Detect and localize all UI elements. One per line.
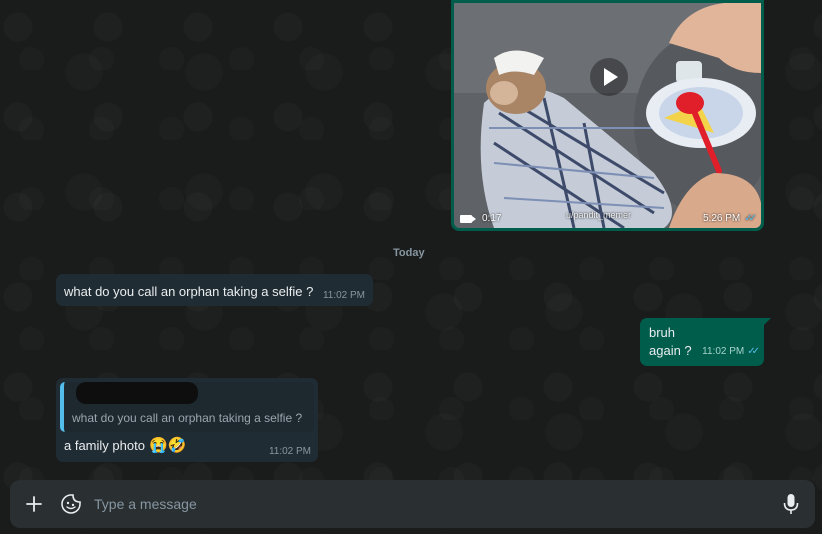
message-text: a family photo (64, 438, 145, 453)
sticker-button[interactable] (59, 492, 83, 516)
video-time-text: 5:26 PM (702, 213, 741, 224)
microphone-icon (783, 494, 799, 514)
quoted-text: what do you call an orphan taking a self… (72, 411, 303, 425)
incoming-reply-message[interactable]: what do you call an orphan taking a self… (56, 378, 318, 462)
redacted-sender-name (76, 382, 198, 404)
message-line-1: bruh (649, 325, 676, 340)
video-timestamp: 5:26 PM ✓✓ (702, 213, 757, 224)
message-text: what do you call an orphan taking a self… (64, 284, 314, 299)
video-message-bubble[interactable]: 0:17 u/pandit_memer 5:26 PM ✓✓ (451, 0, 764, 231)
plus-icon (26, 496, 42, 512)
video-watermark: u/pandit_memer (566, 210, 632, 220)
outgoing-message[interactable]: bruh again ? 11:02 PM ✓✓ (640, 318, 771, 366)
play-icon (604, 68, 618, 86)
message-time: 11:02 PM (322, 290, 365, 301)
double-check-icon: ✓✓ (744, 213, 757, 224)
video-duration-text: 0:17 (482, 213, 502, 224)
message-time: 11:02 PM (702, 346, 745, 357)
double-check-icon: ✓✓ (747, 346, 760, 357)
video-thumbnail[interactable]: 0:17 u/pandit_memer 5:26 PM ✓✓ (454, 3, 761, 228)
message-body: a family photo 😭🤣 (64, 438, 186, 453)
attach-button[interactable] (22, 492, 46, 516)
message-time: 11:02 PM (268, 446, 311, 457)
message-composer (10, 480, 815, 528)
emoji-crying-laughing: 😭🤣 (148, 437, 187, 454)
quoted-message[interactable]: what do you call an orphan taking a self… (60, 382, 314, 432)
video-camera-icon (460, 214, 476, 223)
message-input[interactable] (94, 490, 774, 518)
voice-message-button[interactable] (779, 492, 803, 516)
date-divider: Today (393, 247, 425, 259)
video-frame-illustration (454, 3, 761, 228)
incoming-message[interactable]: what do you call an orphan taking a self… (56, 274, 373, 306)
sticker-icon (61, 494, 81, 514)
video-duration: 0:17 (460, 213, 501, 224)
play-button[interactable] (590, 58, 628, 96)
message-meta: 11:02 PM ✓✓ (702, 343, 760, 361)
